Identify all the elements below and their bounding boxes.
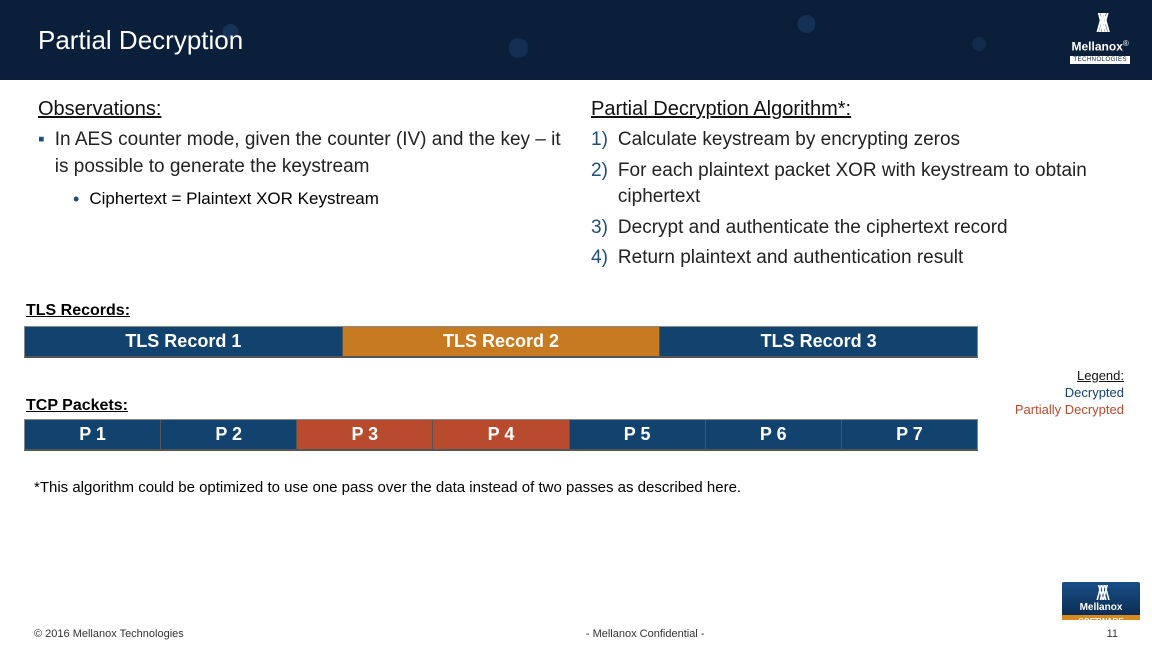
slide-title: Partial Decryption	[38, 25, 243, 56]
observation-subitem: • Ciphertext = Plaintext XOR Keystream	[73, 186, 561, 213]
slide-footer: © 2016 Mellanox Technologies - Mellanox …	[0, 620, 1152, 648]
left-column: Observations: ▪ In AES counter mode, giv…	[38, 98, 561, 276]
step-number: 2)	[591, 158, 608, 211]
tls-section: TLS Records: TLS Record 1 TLS Record 2 T…	[0, 286, 1152, 496]
tcp-packets-row: P 1 P 2 P 3 P 4 P 5 P 6 P 7	[24, 419, 978, 451]
packets-wrap: P 1 P 2 P 3 P 4 P 5 P 6 P 7	[24, 419, 1128, 451]
tls-record-1: TLS Record 1	[25, 327, 343, 356]
step-text: Return plaintext and authentication resu…	[618, 245, 963, 272]
step-text: For each plaintext packet XOR with keyst…	[618, 158, 1114, 211]
bullet-marker-icon: ▪	[38, 127, 45, 180]
algorithm-list: 1) Calculate keystream by encrypting zero…	[591, 127, 1114, 272]
tls-records-wrap: TLS Record 1 TLS Record 2 TLS Record 3	[24, 326, 978, 358]
observations-list: ▪ In AES counter mode, given the counter…	[38, 127, 561, 180]
slide-header: Partial Decryption /\/\/\ Mellanox® TECH…	[0, 0, 1152, 80]
dot-marker-icon: •	[73, 186, 79, 213]
tls-records-row: TLS Record 1 TLS Record 2 TLS Record 3	[24, 326, 978, 358]
footnote: *This algorithm could be optimized to us…	[34, 479, 1118, 496]
observation-sublist: • Ciphertext = Plaintext XOR Keystream	[73, 186, 561, 213]
algorithm-step: 1) Calculate keystream by encrypting zero…	[591, 127, 1114, 154]
observations-heading: Observations:	[38, 98, 561, 121]
packet-1: P 1	[25, 420, 161, 449]
legend-partially-decrypted: Partially Decrypted	[1015, 402, 1124, 419]
brand-logo-header: /\/\/\ Mellanox® TECHNOLOGIES	[1070, 8, 1130, 64]
algorithm-step: 3) Decrypt and authenticate the ciphertex…	[591, 215, 1114, 242]
tcp-packets-heading: TCP Packets:	[26, 397, 128, 415]
brand-subtext: TECHNOLOGIES	[1070, 56, 1130, 64]
step-number: 4)	[591, 245, 608, 272]
packet-4: P 4	[433, 420, 569, 449]
observation-item: ▪ In AES counter mode, given the counter…	[38, 127, 561, 180]
packet-6: P 6	[706, 420, 842, 449]
legend-title: Legend:	[1015, 368, 1124, 385]
tls-records-heading: TLS Records:	[26, 302, 1128, 320]
algorithm-step: 4) Return plaintext and authentication re…	[591, 245, 1114, 272]
bridge-icon: /\/\/\	[1062, 586, 1140, 602]
packet-5: P 5	[570, 420, 706, 449]
tcp-heading-row: TCP Packets: Legend: Decrypted Partially…	[24, 368, 1128, 419]
tls-record-2: TLS Record 2	[343, 327, 661, 356]
footer-page-number: 11	[1107, 628, 1118, 640]
registered-icon: ®	[1123, 39, 1129, 48]
algorithm-heading: Partial Decryption Algorithm*:	[591, 98, 1114, 121]
footer-confidential: - Mellanox Confidential -	[586, 628, 705, 640]
brand-name: Mellanox	[1072, 39, 1123, 53]
content-columns: Observations: ▪ In AES counter mode, giv…	[0, 80, 1152, 286]
corner-brand-name: Mellanox	[1062, 602, 1140, 613]
observation-subtext: Ciphertext = Plaintext XOR Keystream	[89, 186, 379, 213]
tls-record-3: TLS Record 3	[660, 327, 977, 356]
step-text: Decrypt and authenticate the ciphertext …	[618, 215, 1008, 242]
corner-logo-box: /\/\/\ Mellanox	[1062, 582, 1140, 615]
observation-text: In AES counter mode, given the counter (…	[55, 127, 561, 180]
step-number: 3)	[591, 215, 608, 242]
packet-2: P 2	[161, 420, 297, 449]
step-number: 1)	[591, 127, 608, 154]
legend-decrypted: Decrypted	[1015, 385, 1124, 402]
packet-7: P 7	[842, 420, 977, 449]
step-text: Calculate keystream by encrypting zeros	[618, 127, 960, 154]
legend: Legend: Decrypted Partially Decrypted	[1015, 368, 1124, 419]
footer-copyright: © 2016 Mellanox Technologies	[34, 628, 184, 640]
algorithm-step: 2)For each plaintext packet XOR with key…	[591, 158, 1114, 211]
right-column: Partial Decryption Algorithm*: 1) Calcula…	[591, 98, 1114, 276]
packet-3: P 3	[297, 420, 433, 449]
bridge-icon: /\/\/\	[1070, 8, 1130, 39]
